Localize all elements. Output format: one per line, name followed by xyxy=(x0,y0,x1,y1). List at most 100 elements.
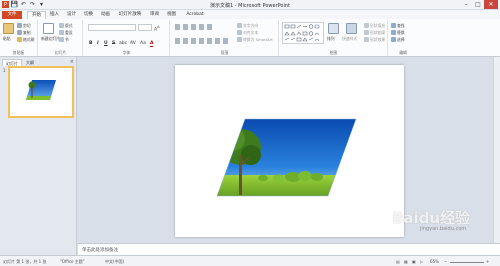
new-slide-label[interactable]: 新建幻灯片 xyxy=(41,36,60,42)
align-text-icon[interactable] xyxy=(237,30,242,35)
shapes-gallery-icon xyxy=(284,24,320,42)
drawing-group: 排列 快速样式 形状填充 形状轮廓 形状效果 绘图 xyxy=(280,20,388,56)
paragraph-group-label: 段落 xyxy=(220,50,229,55)
reset-icon[interactable] xyxy=(59,30,64,35)
shadow-button[interactable]: abc xyxy=(119,41,127,46)
reading-view-icon[interactable]: ▣ xyxy=(412,259,416,264)
paste-label[interactable]: 粘贴 xyxy=(3,36,11,42)
pane-close-icon[interactable]: × xyxy=(70,59,74,65)
language-status[interactable]: 中文(中国) xyxy=(105,259,124,265)
replace-icon[interactable] xyxy=(391,30,396,35)
minimize-button[interactable]: – xyxy=(460,0,472,9)
tab-review[interactable]: 审阅 xyxy=(146,11,163,19)
section-label[interactable]: 节 xyxy=(65,37,69,43)
underline-button[interactable]: U xyxy=(104,41,108,46)
status-bar: 幻灯片 第 1 张，共 1 张 "Office 主题" 中文(中国) ▤ ▦ ▣… xyxy=(0,255,500,266)
paste-icon[interactable] xyxy=(3,23,14,34)
zoom-slider[interactable] xyxy=(450,262,484,263)
bold-button[interactable]: B xyxy=(89,41,92,46)
shape-fill-label[interactable]: 形状填充 xyxy=(370,23,385,29)
tab-design[interactable]: 设计 xyxy=(63,11,80,19)
clipboard-group-label: 剪贴板 xyxy=(12,50,25,55)
select-label[interactable]: 选择 xyxy=(397,37,405,43)
smartart-label[interactable]: 转换为 SmartArt xyxy=(243,37,273,43)
find-label[interactable]: 查找 xyxy=(397,23,405,29)
layout-icon[interactable] xyxy=(59,23,64,28)
zoom-level[interactable]: 65% xyxy=(430,259,439,264)
strikethrough-button[interactable]: S xyxy=(112,41,115,46)
slideshow-icon[interactable]: ▷ xyxy=(420,259,423,264)
format-painter-icon[interactable] xyxy=(17,37,22,42)
tab-file[interactable]: 文件 xyxy=(2,11,22,19)
grow-font-icon[interactable]: AA xyxy=(154,25,160,33)
shape-effects-label[interactable]: 形状效果 xyxy=(370,37,385,43)
shape-fill-icon[interactable] xyxy=(364,23,369,28)
window-title: 演示文稿1 - Microsoft PowerPoint xyxy=(209,3,291,9)
arrange-icon[interactable] xyxy=(328,23,339,34)
quick-styles-label[interactable]: 快速样式 xyxy=(342,36,357,42)
copy-label[interactable]: 复制 xyxy=(23,30,31,36)
alignment-buttons[interactable] xyxy=(175,38,231,44)
close-button[interactable]: ✕ xyxy=(484,0,498,9)
tab-home[interactable]: 开始 xyxy=(27,11,46,19)
editing-group-label: 编辑 xyxy=(399,50,407,55)
slides-group-label: 幻灯片 xyxy=(54,50,67,55)
select-icon[interactable] xyxy=(391,37,396,42)
quick-styles-icon[interactable] xyxy=(346,23,357,34)
theme-status: "Office 主题" xyxy=(60,259,85,264)
smartart-icon[interactable] xyxy=(237,37,242,42)
notes-pane[interactable]: 单击此处添加备注 xyxy=(78,243,500,255)
font-color-button[interactable]: A xyxy=(150,41,154,47)
italic-button[interactable]: I xyxy=(97,41,99,46)
text-direction-icon[interactable] xyxy=(237,23,242,28)
character-spacing-button[interactable]: AV xyxy=(130,41,136,46)
format-painter-label[interactable]: 格式刷 xyxy=(23,37,34,43)
slides-group: 新建幻灯片 版式 重设 节 幻灯片 xyxy=(39,20,83,56)
text-direction-label[interactable]: 文字方向 xyxy=(243,23,258,29)
tab-acrobat[interactable]: Acrobat xyxy=(182,11,208,19)
arrange-label[interactable]: 排列 xyxy=(327,36,335,42)
normal-view-icon[interactable]: ▤ xyxy=(396,259,400,264)
font-group-label: 字体 xyxy=(122,50,131,55)
font-name-select[interactable] xyxy=(88,24,136,31)
slide-sorter-icon[interactable]: ▦ xyxy=(404,259,408,264)
maximize-button[interactable]: □ xyxy=(472,0,484,9)
pane-tab-outline[interactable]: 大纲 xyxy=(23,59,37,66)
notes-placeholder[interactable]: 单击此处添加备注 xyxy=(82,247,118,253)
copy-icon[interactable] xyxy=(17,30,22,35)
tab-transitions[interactable]: 切换 xyxy=(80,11,97,19)
section-icon[interactable] xyxy=(59,37,64,42)
shape-effects-icon[interactable] xyxy=(364,37,369,42)
cut-icon[interactable] xyxy=(17,23,22,28)
slide-canvas[interactable] xyxy=(175,65,404,237)
tab-slideshow[interactable]: 幻灯片放映 xyxy=(114,11,146,19)
align-text-label[interactable]: 对齐文本 xyxy=(243,30,258,36)
slide-thumbnail[interactable] xyxy=(8,66,74,118)
zoom-in-icon[interactable]: + xyxy=(486,259,489,264)
zoom-out-icon[interactable]: − xyxy=(444,259,447,264)
tab-view[interactable]: 视图 xyxy=(163,11,180,19)
shapes-gallery[interactable] xyxy=(282,22,324,44)
reset-label[interactable]: 重设 xyxy=(65,30,73,36)
thumbnail-image xyxy=(26,80,56,100)
list-buttons[interactable] xyxy=(175,24,215,30)
change-case-button[interactable]: Aa xyxy=(140,41,146,46)
slide-count-status: 幻灯片 第 1 张，共 1 张 xyxy=(3,259,47,264)
shape-outline-icon[interactable] xyxy=(364,30,369,35)
ribbon: 粘贴 剪切 复制 格式刷 剪贴板 新建幻灯片 版式 重设 节 幻灯片 AA B … xyxy=(0,19,500,57)
tab-animations[interactable]: 动画 xyxy=(97,11,114,19)
paragraph-group: 文字方向 对齐文本 转换为 SmartArt 段落 xyxy=(171,20,279,56)
tab-insert[interactable]: 插入 xyxy=(46,11,63,19)
pane-tab-slides[interactable]: 幻灯片 xyxy=(2,59,22,66)
new-slide-icon[interactable] xyxy=(43,23,54,34)
find-icon[interactable] xyxy=(391,23,396,28)
cut-label[interactable]: 剪切 xyxy=(23,23,31,29)
layout-label[interactable]: 版式 xyxy=(65,23,73,29)
font-size-select[interactable] xyxy=(138,24,152,31)
vertical-scrollbar[interactable] xyxy=(493,57,500,243)
shape-outline-label[interactable]: 形状轮廓 xyxy=(370,30,385,36)
editing-group: 查找 替换 选择 编辑 xyxy=(389,20,417,56)
baidu-watermark: Baidu经验 xyxy=(392,209,471,227)
replace-label[interactable]: 替换 xyxy=(397,30,405,36)
parallelogram-picture[interactable] xyxy=(175,65,404,237)
